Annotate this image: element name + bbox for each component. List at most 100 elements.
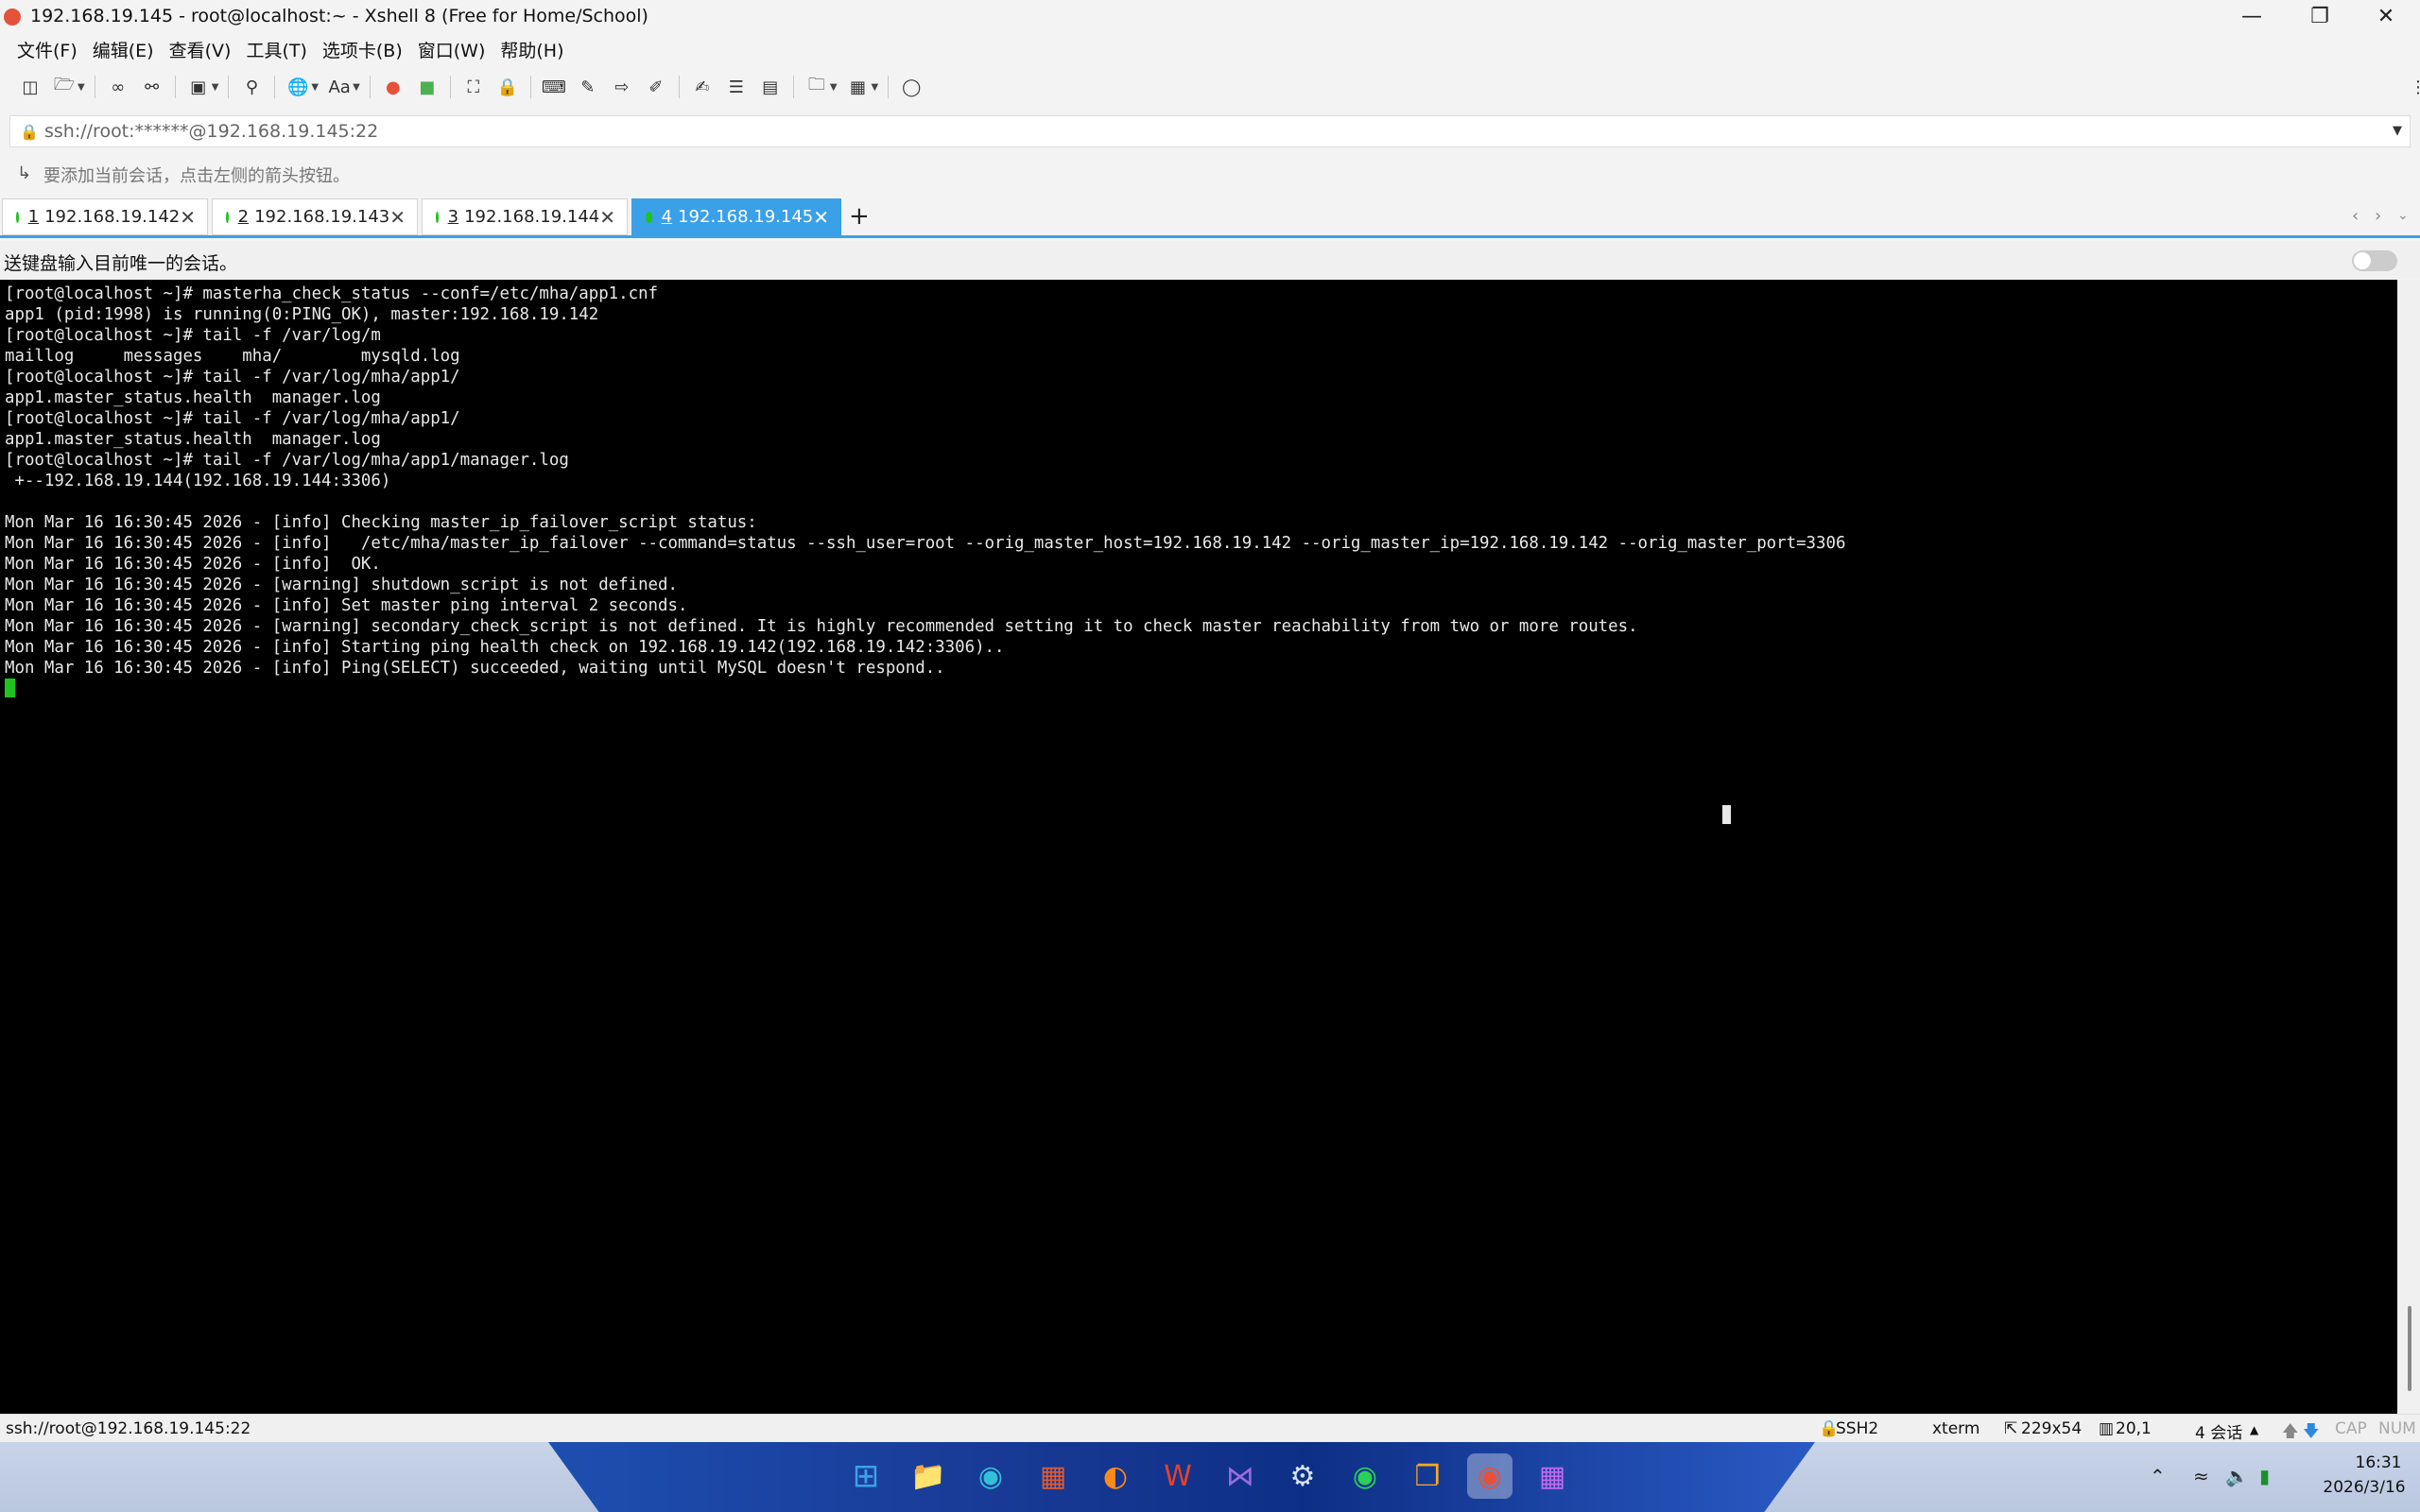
compose-all-icon[interactable]: ☰ (722, 73, 751, 101)
chevron-down-icon[interactable]: ▼ (830, 82, 838, 93)
windows-start-icon[interactable]: ⊞ (843, 1453, 889, 1499)
more-options-icon[interactable]: ⋮ (2404, 73, 2420, 101)
volume-muted-icon[interactable]: 🔈 (2225, 1465, 2249, 1487)
menu-file[interactable]: 文件(F) (17, 37, 78, 62)
script-icon[interactable]: ✐ (642, 73, 670, 101)
menu-tools[interactable]: 工具(T) (246, 37, 306, 62)
tab-next-icon[interactable]: › (2375, 206, 2381, 226)
chevron-down-icon[interactable]: ▼ (311, 82, 319, 93)
close-icon[interactable]: ✕ (599, 206, 615, 229)
reconnect-icon[interactable]: ∞ (104, 73, 132, 101)
tab-number: 4 (661, 207, 673, 227)
font-icon[interactable]: Aa (325, 73, 354, 101)
battery-icon[interactable]: ▮ (2259, 1465, 2270, 1487)
send-icon[interactable]: ⇨ (608, 73, 636, 101)
tab-label: 192.168.19.145 (678, 207, 814, 227)
tab-prev-icon[interactable]: ‹ (2352, 206, 2359, 226)
status-num: NUM (2378, 1419, 2416, 1438)
chevron-up-icon[interactable]: ▲ (2250, 1423, 2258, 1436)
terminal-output: [root@localhost ~]# masterha_check_statu… (5, 284, 1846, 678)
fullscreen-icon[interactable]: ⛶ (459, 73, 488, 101)
chevron-up-icon[interactable]: ⌃ (2150, 1465, 2166, 1487)
close-icon[interactable]: ✕ (180, 206, 196, 229)
terminal-scrollbar[interactable] (2397, 280, 2420, 1414)
pen-icon[interactable]: ✎ (574, 73, 602, 101)
lock-icon[interactable]: 🔒 (493, 73, 522, 101)
connected-dot-icon (226, 211, 229, 223)
vmware-icon[interactable]: ❐ (1405, 1453, 1450, 1499)
chevron-down-icon[interactable]: ⌄ (2397, 208, 2409, 223)
status-sessions[interactable]: 4 会话 (2195, 1419, 2242, 1443)
close-icon[interactable]: ✕ (2352, 0, 2420, 32)
send-bar-text: 送键盘输入目前唯一的会话。 (4, 253, 238, 274)
close-icon[interactable]: ✕ (813, 206, 829, 229)
menu-help[interactable]: 帮助(H) (500, 37, 563, 62)
store-icon[interactable]: ▦ (1030, 1453, 1076, 1499)
chevron-down-icon[interactable]: ▼ (78, 82, 85, 93)
open-folder-icon[interactable]: 🗁 (50, 73, 78, 101)
tab-session-3[interactable]: 3 192.168.19.144 ✕ (422, 198, 628, 235)
menu-window[interactable]: 窗口(W) (418, 37, 486, 62)
terminal-cursor (5, 679, 15, 697)
purple-app-icon[interactable]: ▦ (1530, 1453, 1575, 1499)
chevron-down-icon[interactable]: ▼ (872, 82, 879, 93)
menu-bar: 文件(F) 编辑(E) 查看(V) 工具(T) 选项卡(B) 窗口(W) 帮助(… (0, 32, 2420, 66)
wechat-icon[interactable]: ◉ (1342, 1453, 1388, 1499)
chat-icon[interactable]: ◯ (897, 73, 925, 101)
toolbar-divider (274, 76, 276, 98)
restore-icon[interactable]: ❐ (2286, 0, 2354, 32)
toolbar-divider (529, 76, 531, 98)
new-session-icon[interactable]: ◫ (16, 73, 44, 101)
minimize-icon[interactable]: — (2218, 0, 2286, 32)
xshell-taskbar-icon[interactable]: ◉ (1467, 1453, 1512, 1499)
visual-studio-icon[interactable]: ⋈ (1218, 1453, 1263, 1499)
chevron-down-icon[interactable]: ▼ (212, 82, 219, 93)
disconnect-icon[interactable]: ⚯ (138, 73, 166, 101)
address-text[interactable]: ssh://root:******@192.168.19.145:22 (44, 121, 378, 142)
globe-icon[interactable]: 🌐 (284, 73, 312, 101)
orange-app-icon[interactable]: ◐ (1093, 1453, 1138, 1499)
clock-time[interactable]: 16:31 (2341, 1453, 2416, 1472)
xshell-logo-icon (4, 9, 21, 26)
tab-session-4[interactable]: 4 192.168.19.145 ✕ (631, 198, 841, 235)
tab-session-1[interactable]: 1 192.168.19.142 ✕ (2, 198, 208, 235)
chevron-down-icon[interactable]: ▼ (2393, 124, 2402, 138)
close-icon[interactable]: ✕ (389, 206, 406, 229)
menu-edit[interactable]: 编辑(E) (93, 37, 154, 62)
search-icon[interactable]: ⚲ (237, 73, 266, 101)
terminal-screen[interactable]: [root@localhost ~]# masterha_check_statu… (0, 280, 2397, 1414)
clock-date[interactable]: 2026/3/16 (2312, 1478, 2416, 1497)
window-title: 192.168.19.145 - root@localhost:~ - Xshe… (30, 6, 648, 26)
address-bar[interactable]: 🔒 ssh://root:******@192.168.19.145:22 ▼ (9, 115, 2411, 147)
status-bar: ssh://root@192.168.19.145:22 🔒 SSH2 xter… (0, 1414, 2420, 1443)
compose-send-bar: 送键盘输入目前唯一的会话。 (0, 241, 2420, 279)
connected-dot-icon (16, 211, 19, 223)
scrollbar-thumb[interactable] (2408, 1306, 2411, 1391)
add-tab-icon[interactable]: + (849, 202, 870, 231)
title-bar: 192.168.19.145 - root@localhost:~ - Xshe… (0, 0, 2420, 32)
menu-tab[interactable]: 选项卡(B) (322, 37, 403, 62)
xshell-icon[interactable]: ● (379, 73, 407, 101)
compose-icon[interactable]: ✍ (688, 73, 717, 101)
file-explorer-icon[interactable]: 📁 (906, 1453, 951, 1499)
hint-text: 要添加当前会话，点击左侧的箭头按钮。 (43, 166, 350, 186)
add-session-arrow-icon[interactable]: ↳ (17, 163, 31, 183)
chevron-down-icon[interactable]: ▼ (353, 82, 360, 93)
notes-icon[interactable]: ▤ (756, 73, 785, 101)
tab-session-2[interactable]: 2 192.168.19.143 ✕ (212, 198, 418, 235)
keyboard-icon[interactable]: ⌨ (540, 73, 568, 101)
layout-icon[interactable]: ▦ (844, 73, 873, 101)
new-window-icon[interactable]: ▣ (184, 73, 213, 101)
transfer-icon[interactable]: 🗀 (803, 73, 831, 101)
xftp-icon[interactable]: ■ (413, 73, 441, 101)
wps-office-icon[interactable]: W (1155, 1453, 1201, 1499)
steam-icon[interactable]: ⚙ (1280, 1453, 1325, 1499)
wifi-icon[interactable]: ≈ (2193, 1465, 2209, 1487)
text-cursor-icon (1722, 805, 1731, 824)
edge-browser-icon[interactable]: ◉ (968, 1453, 1013, 1499)
tab-label: 192.168.19.144 (464, 207, 600, 227)
menu-view[interactable]: 查看(V) (169, 37, 232, 62)
windows-taskbar: ⊞ 📁 ◉ ▦ ◐ W ⋈ ⚙ ◉ ❐ ◉ ▦ ⌃ ≈ 🔈 ▮ 16:31 20… (0, 1442, 2420, 1512)
toggle-knob (2354, 252, 2371, 269)
status-protocol: SSH2 (1836, 1419, 1879, 1438)
